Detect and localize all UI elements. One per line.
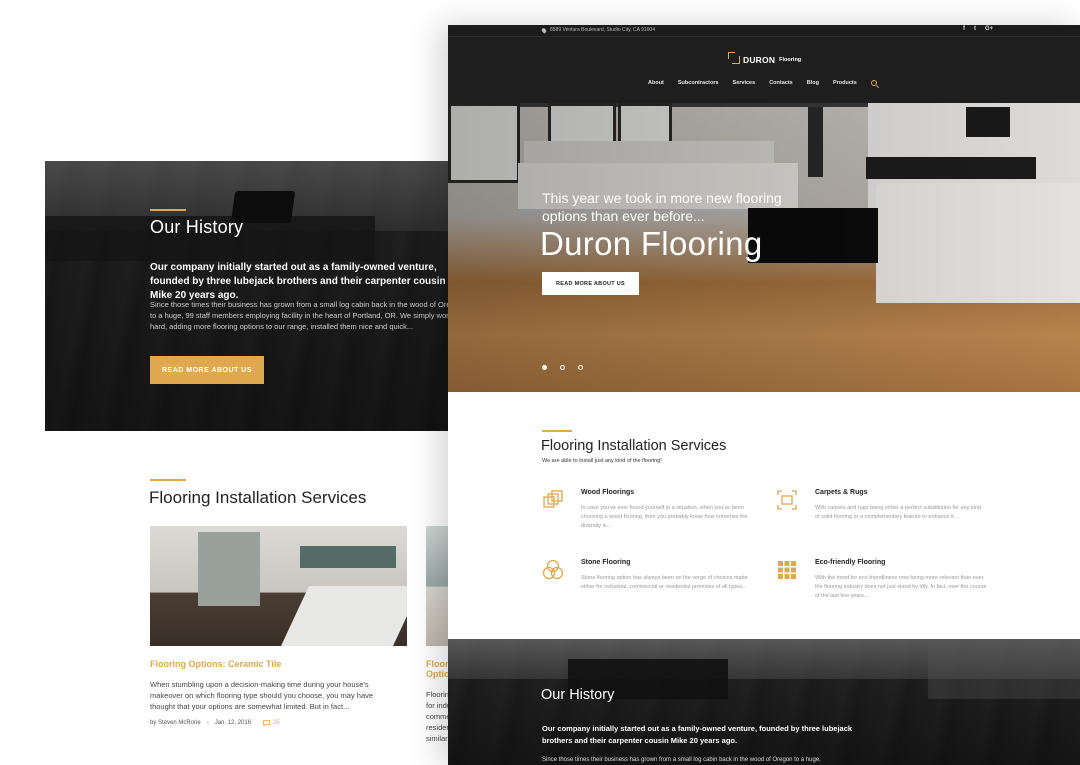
section-accent-line	[150, 479, 186, 481]
slider-dots	[542, 365, 583, 370]
slider-dot[interactable]	[560, 365, 565, 370]
logo[interactable]: DURON Flooring	[728, 52, 802, 65]
slider-dot[interactable]	[578, 365, 583, 370]
nav-item-services[interactable]: Services	[733, 80, 756, 86]
address: 8589 Ventura Boulevard, Studio City, CA …	[540, 26, 655, 34]
logo-sub: Flooring	[779, 57, 802, 63]
history-section: Our History Our company initially starte…	[45, 161, 465, 431]
blog-card-date: Jan. 12, 2016	[214, 720, 252, 726]
layers-icon	[543, 490, 563, 508]
history-title: Our History	[150, 217, 244, 237]
kitchen-cabinet	[198, 532, 260, 606]
nav-item-subcontractors[interactable]: Subcontractors	[678, 80, 719, 86]
front-page-preview: 8589 Ventura Boulevard, Studio City, CA …	[448, 25, 1080, 765]
search-icon[interactable]	[870, 80, 877, 86]
kitchen-counter	[281, 586, 407, 646]
history-body: Since those times their business has gro…	[150, 300, 464, 331]
meta-separator: -	[206, 720, 209, 726]
circles-icon	[542, 559, 564, 580]
hero-read-more-button[interactable]: READ MORE ABOUT US	[542, 272, 639, 295]
section-accent-line	[542, 430, 572, 432]
comments-count[interactable]: 25	[263, 720, 280, 726]
blog-card-image[interactable]	[150, 526, 407, 646]
room-glass	[928, 639, 1080, 699]
location-pin-icon	[540, 26, 548, 34]
logo-mark-icon	[728, 52, 740, 64]
main-nav: About Subcontractors Services Contacts B…	[648, 80, 877, 86]
blog-card-author[interactable]: by Steven McRorie	[150, 720, 201, 726]
comment-icon	[263, 720, 270, 726]
services-section: Flooring Installation Services We are ab…	[448, 392, 1080, 639]
twitter-icon[interactable]: t	[974, 26, 976, 32]
frame-icon	[777, 490, 797, 510]
address-text: 8589 Ventura Boulevard, Studio City, CA …	[550, 27, 655, 33]
back-page-preview: Our History Our company initially starte…	[45, 161, 465, 765]
slider-dot[interactable]	[542, 365, 547, 370]
blog-card-meta: by Steven McRorie - Jan. 12, 2016 25	[150, 720, 407, 726]
hero-slider: This year we took in more new flooring o…	[448, 103, 1080, 392]
section-accent-line	[150, 209, 186, 211]
hero-title: Duron Flooring	[540, 225, 763, 262]
nav-item-products[interactable]: Products	[833, 80, 857, 86]
history-title: Our History	[541, 687, 615, 703]
facebook-icon[interactable]: f	[963, 26, 965, 32]
services-title: Flooring Installation Services	[541, 438, 727, 454]
history-body: Since those times their business has gro…	[542, 757, 821, 763]
service-title[interactable]: Carpets & Rugs	[815, 489, 868, 496]
history-lead: Our company initially started out as a f…	[542, 724, 853, 745]
nav-item-about[interactable]: About	[648, 80, 664, 86]
top-bar: 8589 Ventura Boulevard, Studio City, CA …	[448, 25, 1080, 37]
services-subtitle: We are able to install just any kind of …	[542, 458, 662, 464]
blog-section-title: Flooring Installation Services	[149, 488, 367, 507]
service-description: In case you've ever found yourself in a …	[581, 505, 748, 529]
comments-count-value: 25	[273, 720, 280, 726]
service-description: Stone flooring option has always been on…	[581, 575, 748, 590]
logo-brand: DURON	[743, 55, 776, 65]
service-title[interactable]: Eco-friendly Flooring	[815, 559, 885, 566]
site-header: DURON Flooring About Subcontractors Serv…	[448, 37, 1080, 103]
service-description: With carpets and rugs being either a per…	[815, 505, 982, 520]
nav-item-blog[interactable]: Blog	[807, 80, 819, 86]
history-section: Our History Our company initially starte…	[448, 639, 1080, 765]
blog-section: Flooring Installation Services Flooring …	[45, 431, 465, 765]
service-title[interactable]: Stone Flooring	[581, 559, 630, 566]
social-links: f t G+	[963, 26, 993, 32]
hero-subtitle: This year we took in more new flooring o…	[542, 190, 782, 224]
service-title[interactable]: Wood Floorings	[581, 489, 634, 496]
blog-card[interactable]: Flooring Options: Ceramic Tile When stum…	[150, 526, 407, 746]
service-description: With the trend for eco-friendliness now …	[815, 575, 987, 599]
blog-card-title[interactable]: Flooring Options: Ceramic Tile	[150, 659, 407, 669]
kitchen-window	[300, 546, 396, 568]
history-lead: Our company initially started out as a f…	[150, 262, 446, 301]
blog-card-excerpt: When stumbling upon a decision-making ti…	[150, 680, 374, 711]
nav-item-contacts[interactable]: Contacts	[769, 80, 793, 86]
read-more-button[interactable]: READ MORE ABOUT US	[150, 356, 264, 384]
grid-icon	[778, 561, 796, 579]
google-plus-icon[interactable]: G+	[985, 26, 993, 32]
